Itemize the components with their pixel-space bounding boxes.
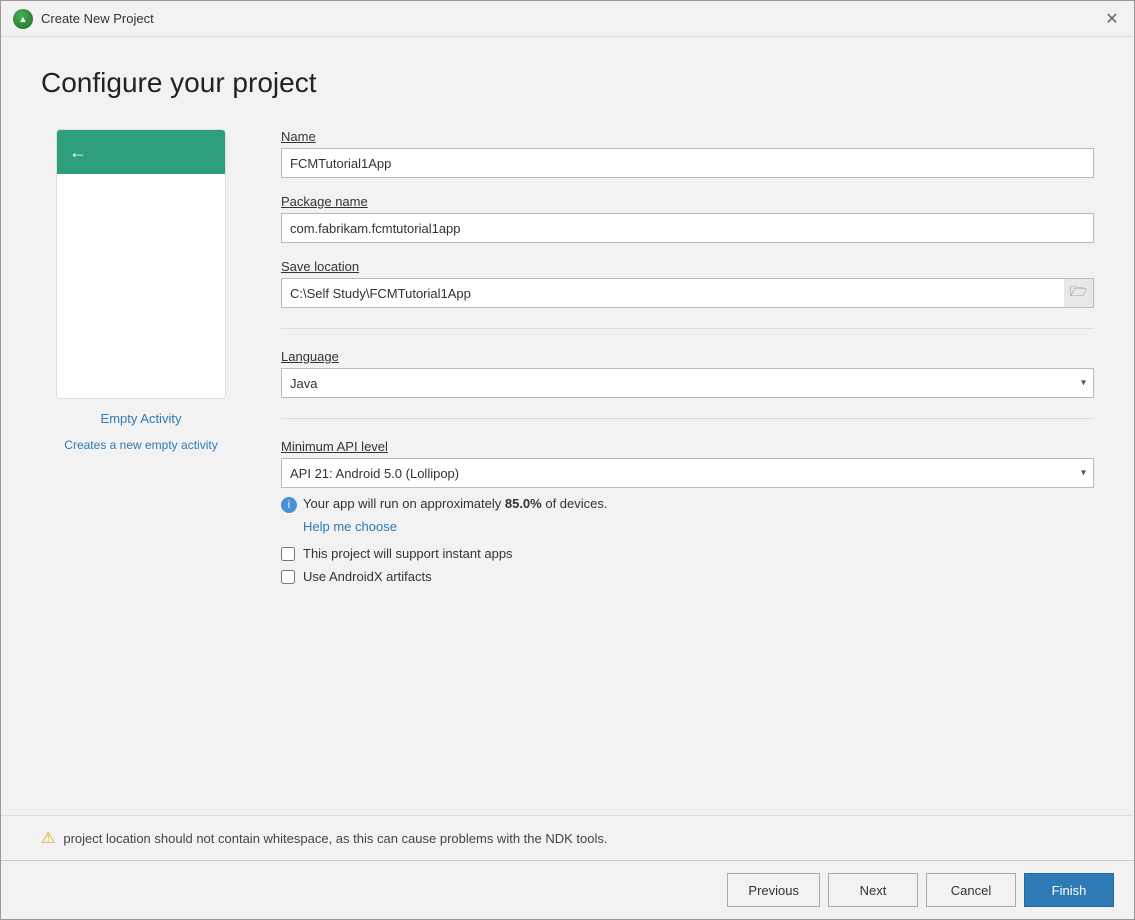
warning-icon: ⚠	[41, 828, 55, 848]
divider-2	[281, 418, 1094, 419]
info-icon: i	[281, 497, 297, 513]
androidx-checkbox-item[interactable]: Use AndroidX artifacts	[281, 569, 1094, 584]
finish-button[interactable]: Finish	[1024, 873, 1114, 907]
save-location-input[interactable]	[281, 278, 1094, 308]
title-bar: ▲ Create New Project ✕	[1, 1, 1134, 37]
package-input[interactable]	[281, 213, 1094, 243]
package-label: Package name	[281, 194, 1094, 209]
cancel-button[interactable]: Cancel	[926, 873, 1016, 907]
save-location-label: Save location	[281, 259, 1094, 274]
name-label: Name	[281, 129, 1094, 144]
page-title: Configure your project	[41, 67, 1094, 99]
save-location-group: Save location 🗁	[281, 259, 1094, 308]
next-button[interactable]: Next	[828, 873, 918, 907]
activity-label: Empty Activity	[101, 411, 182, 426]
phone-body	[57, 174, 225, 398]
warning-bar: ⚠ project location should not contain wh…	[1, 815, 1134, 860]
warning-text: project location should not contain whit…	[63, 831, 607, 846]
phone-preview: ←	[56, 129, 226, 399]
min-api-select-wrapper: API 21: Android 5.0 (Lollipop) API 22: A…	[281, 458, 1094, 488]
phone-header: ←	[57, 130, 225, 174]
app-icon: ▲	[13, 9, 33, 29]
min-api-label: Minimum API level	[281, 439, 1094, 454]
close-button[interactable]: ✕	[1102, 9, 1122, 29]
window-title: Create New Project	[41, 11, 154, 26]
name-field-group: Name	[281, 129, 1094, 178]
androidx-label: Use AndroidX artifacts	[303, 569, 432, 584]
instant-apps-label: This project will support instant apps	[303, 546, 513, 561]
androidx-checkbox[interactable]	[281, 570, 295, 584]
language-label: Language	[281, 349, 1094, 364]
right-panel: Name Package name Save location	[281, 129, 1094, 795]
back-arrow-icon: ←	[69, 142, 87, 163]
language-select[interactable]: Java Kotlin	[281, 368, 1094, 398]
min-api-select[interactable]: API 21: Android 5.0 (Lollipop) API 22: A…	[281, 458, 1094, 488]
min-api-group: Minimum API level API 21: Android 5.0 (L…	[281, 439, 1094, 584]
instant-apps-checkbox[interactable]	[281, 547, 295, 561]
main-window: ▲ Create New Project ✕ Configure your pr…	[0, 0, 1135, 920]
checkbox-group: This project will support instant apps U…	[281, 546, 1094, 584]
previous-button[interactable]: Previous	[727, 873, 820, 907]
api-info: i Your app will run on approximately 85.…	[281, 496, 1094, 513]
browse-folder-button[interactable]: 🗁	[1064, 278, 1094, 308]
left-panel: ← Empty Activity Creates a new empty act…	[41, 129, 241, 795]
activity-desc: Creates a new empty activity	[64, 438, 217, 452]
help-me-choose-link[interactable]: Help me choose	[303, 519, 1094, 534]
title-bar-left: ▲ Create New Project	[13, 9, 154, 29]
content-area: Configure your project ← Empty Activity …	[1, 37, 1134, 815]
api-info-text: Your app will run on approximately 85.0%…	[303, 496, 608, 511]
package-field-group: Package name	[281, 194, 1094, 243]
divider-1	[281, 328, 1094, 329]
language-select-wrapper: Java Kotlin ▾	[281, 368, 1094, 398]
footer: Previous Next Cancel Finish	[1, 860, 1134, 919]
instant-apps-checkbox-item[interactable]: This project will support instant apps	[281, 546, 1094, 561]
save-location-wrapper: 🗁	[281, 278, 1094, 308]
language-group: Language Java Kotlin ▾	[281, 349, 1094, 398]
name-input[interactable]	[281, 148, 1094, 178]
main-area: ← Empty Activity Creates a new empty act…	[41, 129, 1094, 795]
